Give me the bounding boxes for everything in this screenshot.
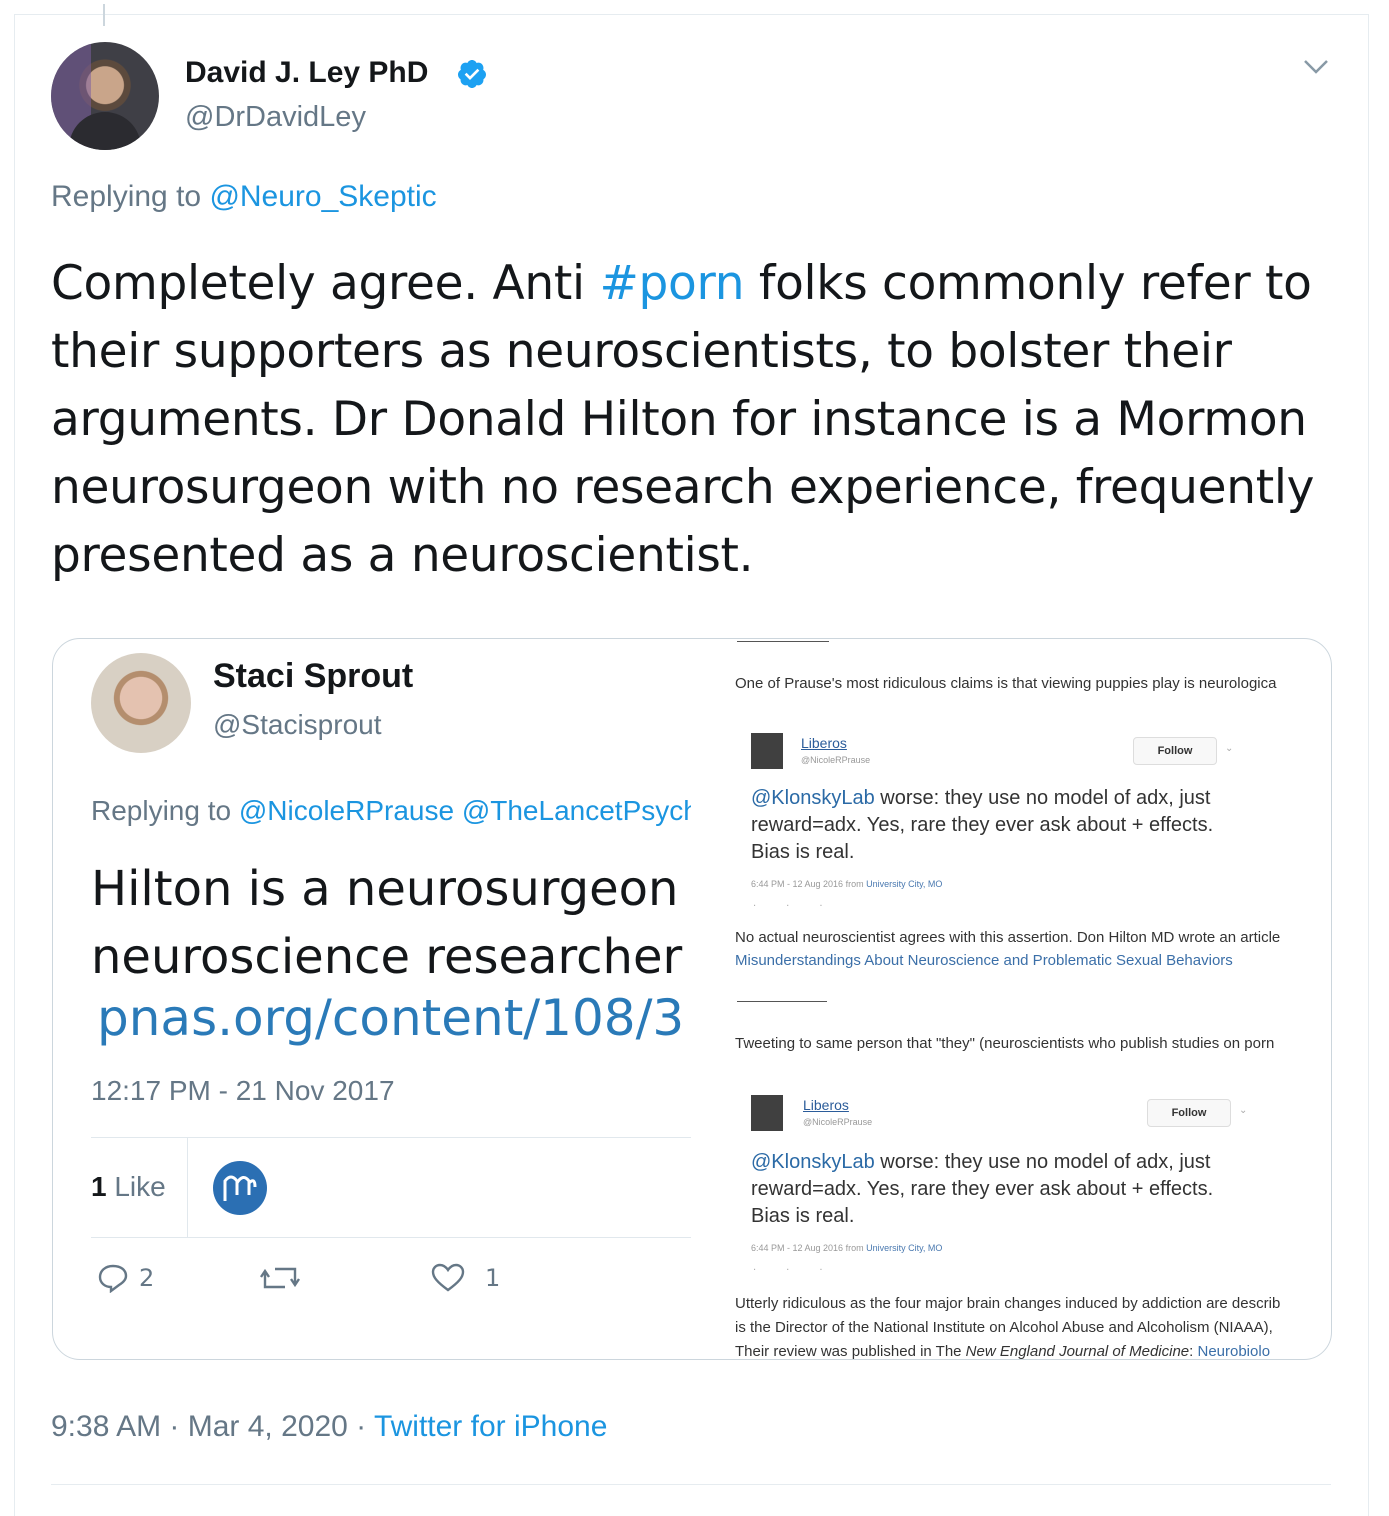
embedded-timestamp: 12:17 PM - 21 Nov 2017 — [91, 1075, 395, 1106]
meta-time: 6:44 PM - 12 Aug 2016 from — [751, 1243, 867, 1253]
follow-label: Follow — [1157, 745, 1193, 757]
divider — [91, 1137, 691, 1138]
quoted-meta: 6:44 PM - 12 Aug 2016 from University Ci… — [751, 879, 942, 889]
mention: @KlonskyLab — [751, 787, 875, 809]
text-part: Their review was published in The — [735, 1343, 966, 1360]
thread-connector — [103, 4, 105, 26]
embedded-likes: 1 Like — [91, 1171, 166, 1203]
right-link: Misunderstandings About Neuroscience and… — [735, 952, 1233, 969]
embedded-likes-label: Like — [106, 1171, 166, 1202]
author-handle[interactable]: @DrDavidLey — [185, 101, 366, 134]
right-paragraph: One of Prause's most ridiculous claims i… — [735, 675, 1277, 692]
divider — [91, 1237, 691, 1238]
embedded-tweet-text: Hilton is a neurosurgeon neuroscience re… — [91, 855, 703, 991]
right-paragraph: Their review was published in The New En… — [735, 1343, 1271, 1360]
meta-time: 6:44 PM - 12 Aug 2016 from — [751, 879, 867, 889]
author-avatar[interactable] — [51, 42, 159, 150]
right-paragraph: is the Director of the National Institut… — [735, 1319, 1273, 1336]
chevron-down-icon: ⌄ — [1225, 743, 1234, 754]
author-name[interactable]: David J. Ley PhD — [185, 56, 428, 90]
liberos-avatar — [751, 1095, 783, 1131]
liberos-name: Liberos — [803, 1097, 849, 1113]
rule — [737, 641, 829, 642]
embedded-text-line: Hilton is a neurosurgeon — [91, 861, 679, 917]
liberos-handle: @NicoleRPrause — [801, 755, 871, 765]
liker-avatar — [213, 1161, 267, 1215]
rule — [737, 1001, 827, 1002]
quoted-meta: 6:44 PM - 12 Aug 2016 from University Ci… — [751, 1243, 942, 1253]
embedded-likes-count: 1 — [91, 1171, 107, 1202]
quoted-tweet-text: @KlonskyLab worse: they use no model of … — [751, 785, 1231, 866]
verified-badge-icon — [457, 60, 486, 88]
attached-image[interactable]: Staci Sprout @Stacisprout Replying to @N… — [52, 638, 1332, 1360]
right-paragraph: Tweeting to same person that "they" (neu… — [735, 1035, 1275, 1052]
embedded-author-avatar — [91, 653, 191, 753]
embedded-link: pnas.org/content/108/3 — [97, 989, 685, 1047]
embedded-author-handle: @Stacisprout — [213, 709, 382, 740]
action-dots: ··· — [753, 1265, 853, 1276]
embedded-reply-action: 2 — [97, 1263, 154, 1293]
meta-place: University City, MO — [866, 879, 943, 889]
follow-button: Follow — [1147, 1099, 1231, 1127]
embedded-like-action: 1 — [431, 1263, 500, 1293]
heart-icon — [431, 1263, 465, 1292]
liberos-avatar — [751, 733, 783, 769]
embedded-like-count: 1 — [485, 1264, 501, 1292]
follow-label: Follow — [1171, 1107, 1207, 1119]
mention: @KlonskyLab — [751, 1151, 875, 1173]
text-link: Neurobiolo — [1197, 1343, 1271, 1360]
hashtag-link[interactable]: #porn — [599, 256, 744, 311]
embedded-text-line: neuroscience researcher — [91, 929, 683, 985]
embedded-author-name: Staci Sprout — [213, 657, 414, 695]
tweet-source-link[interactable]: Twitter for iPhone — [374, 1410, 607, 1443]
tweet-text-part: Completely agree. Anti — [51, 256, 600, 311]
embedded-reply-count: 2 — [139, 1264, 155, 1292]
right-paragraph: No actual neuroscientist agrees with thi… — [735, 929, 1281, 946]
liberos-handle: @NicoleRPrause — [803, 1117, 873, 1127]
tweet-timestamp[interactable]: 9:38 AM · Mar 4, 2020 · — [51, 1410, 374, 1443]
right-paragraph: Utterly ridiculous as the four major bra… — [735, 1295, 1281, 1312]
replying-prefix: Replying to — [51, 180, 210, 213]
chevron-down-icon[interactable] — [1303, 58, 1329, 76]
divider — [51, 1484, 1331, 1485]
replying-to: Replying to @Neuro_Skeptic — [51, 180, 437, 214]
divider — [187, 1137, 188, 1237]
replying-to-link[interactable]: @Neuro_Skeptic — [209, 180, 436, 213]
action-dots: ··· — [753, 901, 853, 912]
embedded-replying-link: @NicoleRPrause @TheLancetPsych — [238, 795, 691, 826]
journal-title: New England Journal of Medicine — [965, 1343, 1190, 1360]
tweet-footer: 9:38 AM · Mar 4, 2020 · Twitter for iPho… — [51, 1410, 607, 1444]
embedded-replying-to: Replying to @NicoleRPrause @TheLancetPsy… — [91, 795, 691, 827]
embedded-retweet-action — [259, 1263, 301, 1293]
reply-icon — [98, 1264, 128, 1293]
embedded-replying-prefix: Replying to — [91, 795, 239, 826]
chevron-down-icon: ⌄ — [1239, 1105, 1248, 1116]
liberos-name: Liberos — [801, 735, 847, 751]
meta-place: University City, MO — [866, 1243, 943, 1253]
follow-button: Follow — [1133, 737, 1217, 765]
retweet-icon — [260, 1267, 300, 1289]
quoted-tweet-text: @KlonskyLab worse: they use no model of … — [751, 1149, 1231, 1230]
tweet-text: Completely agree. Anti #porn folks commo… — [51, 250, 1321, 590]
